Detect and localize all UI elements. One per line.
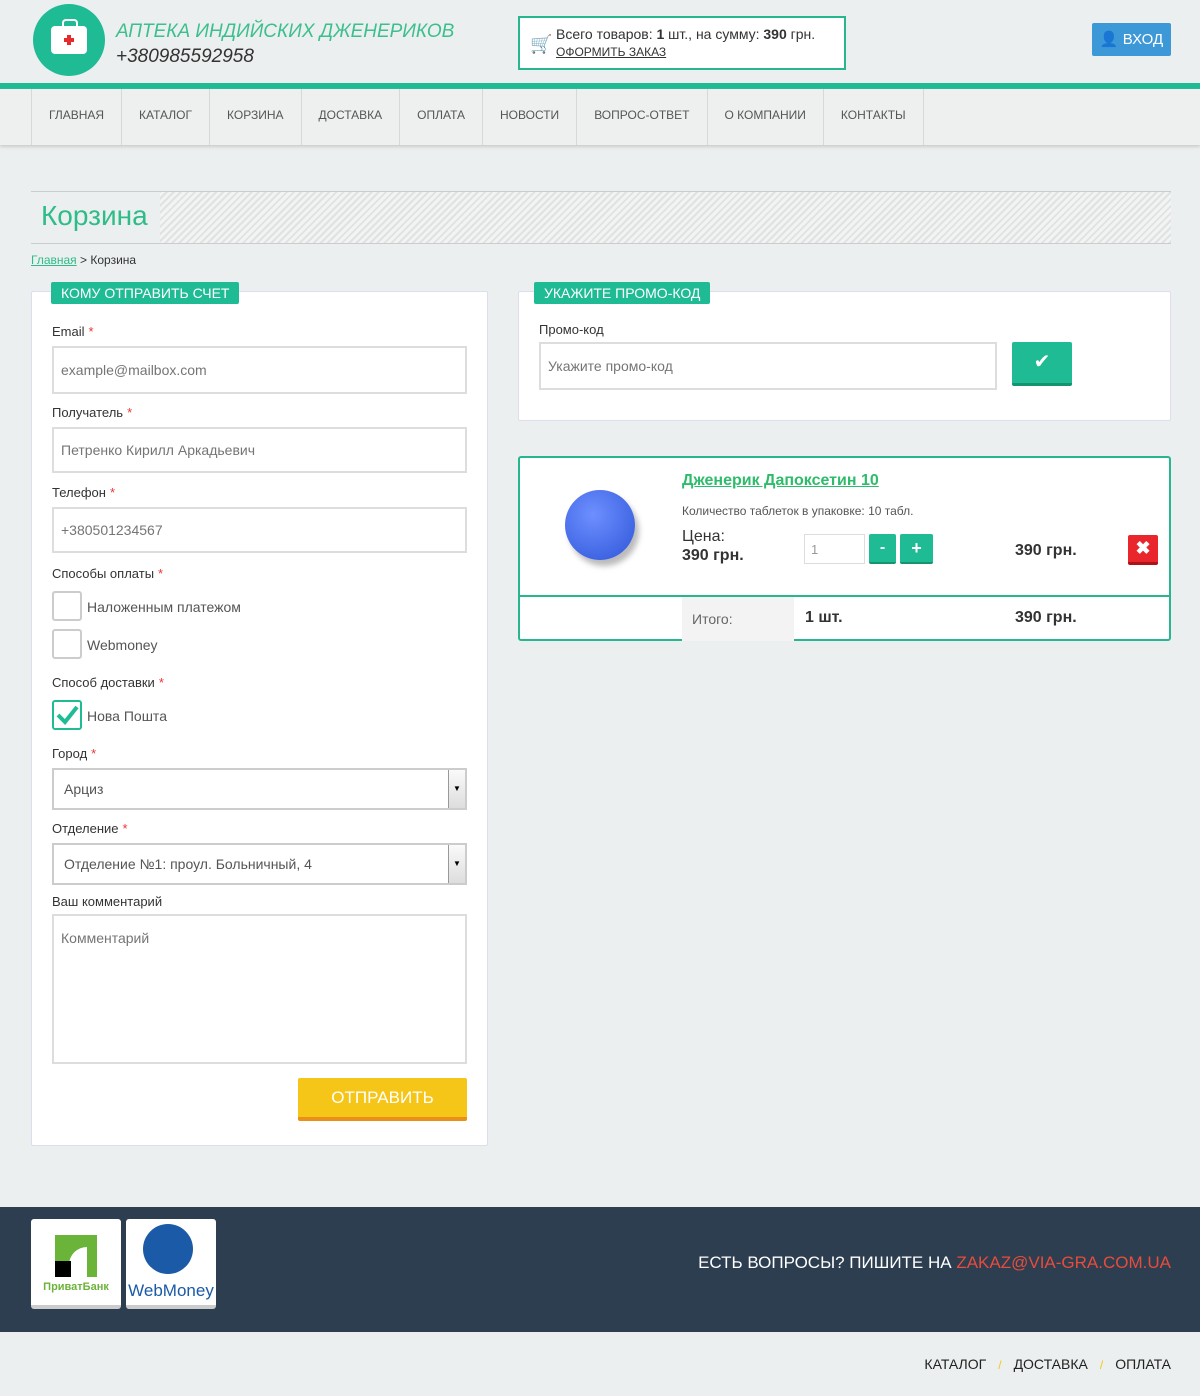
user-icon: 👤 [1099,31,1119,48]
branch-value: Отделение №1: проул. Больничный, 4 [64,856,312,872]
recipient-field[interactable] [52,427,467,473]
price-label: Цена: [682,528,725,545]
cart-suffix: грн. [786,26,816,42]
increase-qty-button[interactable]: + [900,534,933,564]
total-sum: 390 грн. [1015,609,1077,626]
city-select[interactable]: Арциз ▼ [52,768,467,810]
nav-faq[interactable]: ВОПРОС-ОТВЕТ [576,89,706,145]
nav-news[interactable]: НОВОСТИ [482,89,576,145]
contact-text: ЕСТЬ ВОПРОСЫ? ПИШИТЕ НА ZAKAZ@VIA-GRA.CO… [698,1253,1171,1272]
check-icon: ✔ [1033,351,1051,373]
total-qty: 1 шт. [805,609,843,626]
delivery-novaposhta-label: Нова Пошта [87,708,167,724]
nav-contacts[interactable]: КОНТАКТЫ [822,89,924,145]
main-nav: ГЛАВНАЯ КАТАЛОГ КОРЗИНА ДОСТАВКА ОПЛАТА … [0,89,1200,145]
apply-promo-button[interactable]: ✔ [1012,342,1072,386]
nav-payment[interactable]: ОПЛАТА [399,89,482,145]
nav-cart[interactable]: КОРЗИНА [209,89,300,145]
breadcrumb-home[interactable]: Главная [31,253,77,267]
recipient-label: Получатель * [52,405,133,420]
comment-field[interactable] [52,914,467,1064]
branch-label: Отделение * [52,821,128,836]
line-total: 390 грн. [1015,542,1077,559]
privatbank-logo[interactable]: ПриватБанк [31,1219,121,1309]
medkit-icon [51,19,87,54]
comment-label: Ваш комментарий [52,894,163,909]
payment-webmoney-checkbox[interactable] [52,629,82,659]
city-value: Арциз [64,781,104,797]
dropdown-arrow-icon: ▼ [448,770,465,808]
contact-email-link[interactable]: ZAKAZ@VIA-GRA.COM.UA [956,1253,1171,1272]
remove-item-button[interactable]: ✖ [1128,535,1158,565]
payment-webmoney-label: Webmoney [87,637,158,653]
divider [520,595,1169,597]
delivery-novaposhta-checkbox[interactable] [52,700,82,730]
logo[interactable] [33,4,105,76]
cart-prefix: Всего товаров: [556,26,657,42]
check-icon [56,705,79,725]
billing-form: КОМУ ОТПРАВИТЬ СЧЕТ Email* Получатель* Т… [31,282,488,1146]
promo-input[interactable] [539,342,997,390]
webmoney-logo[interactable]: WebMoney [126,1219,216,1309]
decrease-qty-button[interactable]: - [869,534,896,564]
email-label: Email * [52,324,94,339]
phone-label: Телефон * [52,485,115,500]
nav-delivery[interactable]: ДОСТАВКА [300,89,400,145]
checkout-link[interactable]: ОФОРМИТЬ ЗАКАЗ [556,45,844,59]
payment-cod-checkbox[interactable] [52,591,82,621]
cart-summary: 🛒 Всего товаров: 1 шт., на сумму: 390 гр… [518,16,846,70]
promo-label: Промо-код [539,322,604,337]
cart-mid: шт., на сумму: [664,26,764,42]
bottom-nav-payment[interactable]: ОПЛАТА [1115,1356,1171,1372]
quantity-input[interactable] [804,534,865,564]
unit-price: 390 грн. [682,547,744,564]
product-link[interactable]: Дженерик Дапоксетин 10 [682,472,879,490]
email-field[interactable] [52,346,467,394]
dropdown-arrow-icon: ▼ [448,845,465,883]
breadcrumb-current: Корзина [90,253,137,267]
total-label: Итого: [682,597,794,641]
cart-table: Дженерик Дапоксетин 10 Количество таблет… [518,456,1171,641]
footer: ПриватБанк WebMoney ЕСТЬ ВОПРОСЫ? ПИШИТЕ… [0,1207,1200,1332]
cart-icon: 🛒 [530,34,553,54]
form-tag: КОМУ ОТПРАВИТЬ СЧЕТ [51,282,240,304]
breadcrumb: Главная > Корзина [31,253,136,267]
nav-about[interactable]: О КОМПАНИИ [706,89,823,145]
page-title: Корзина [31,192,160,243]
breadcrumb-sep: > [76,253,91,267]
bottom-nav-catalog[interactable]: КАТАЛОГ [924,1356,986,1372]
bottom-nav-delivery[interactable]: ДОСТАВКА [1014,1356,1088,1372]
close-icon: ✖ [1135,538,1151,558]
bottom-nav: КАТАЛОГ / ДОСТАВКА / ОПЛАТА [924,1356,1171,1372]
promo-panel: УКАЖИТЕ ПРОМО-КОД Промо-код ✔ [518,282,1171,421]
title-bar: Корзина [31,191,1171,244]
nav-catalog[interactable]: КАТАЛОГ [121,89,209,145]
promo-tag: УКАЖИТЕ ПРОМО-КОД [534,282,711,304]
nav-home[interactable]: ГЛАВНАЯ [31,89,121,145]
delivery-label: Способ доставки * [52,675,164,690]
submit-button[interactable]: ОТПРАВИТЬ [298,1078,467,1121]
city-label: Город * [52,746,97,761]
payment-cod-label: Наложенным платежом [87,599,241,615]
cart-sum: 390 [763,26,787,42]
phone-field[interactable] [52,507,467,553]
payment-label: Способы оплаты * [52,566,164,581]
phone-number: +380985592958 [116,46,254,67]
login-button[interactable]: 👤 ВХОД [1092,23,1171,56]
branch-select[interactable]: Отделение №1: проул. Больничный, 4 ▼ [52,843,467,885]
product-image[interactable] [565,490,635,560]
login-label: ВХОД [1122,31,1164,48]
brand-name: АПТЕКА ИНДИЙСКИХ ДЖЕНЕРИКОВ [116,21,455,42]
product-desc: Количество таблеток в упаковке: 10 табл. [682,504,914,518]
